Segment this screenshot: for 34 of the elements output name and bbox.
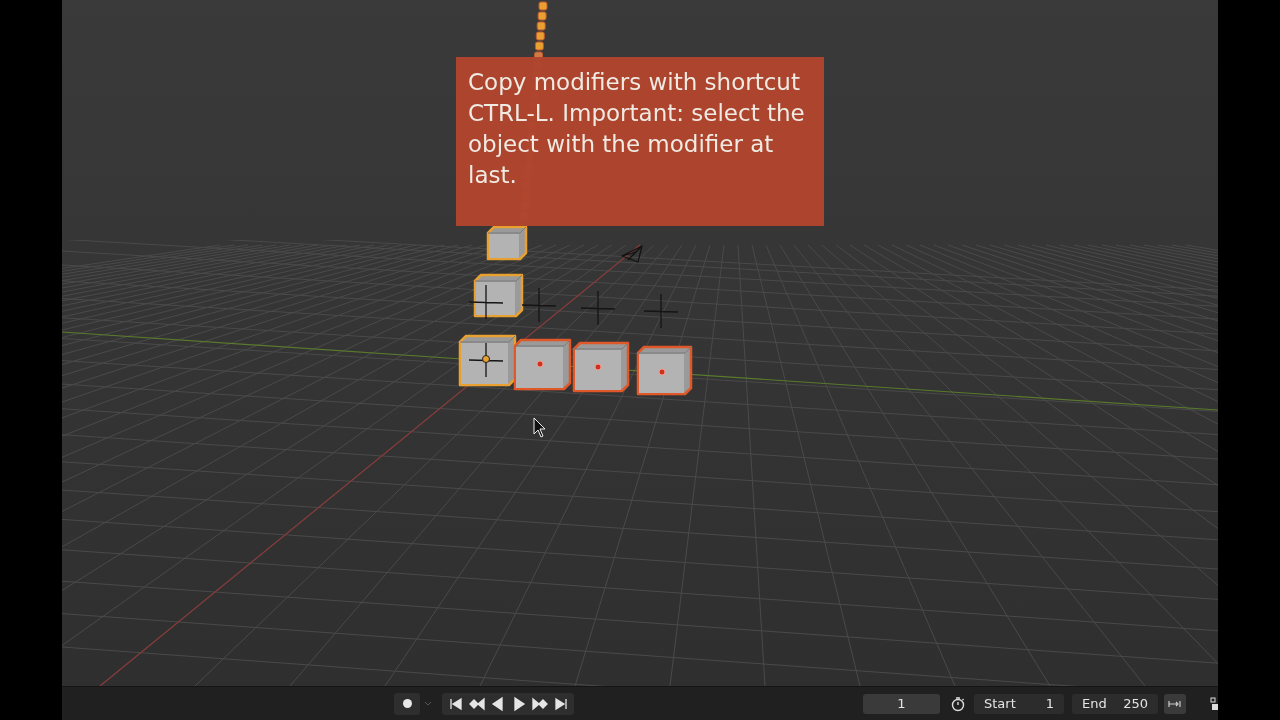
annotation-note: Copy modifiers with shortcut CTRL-L. Important: select the object with the modifier at last. bbox=[456, 57, 824, 226]
panel-icon[interactable] bbox=[1210, 696, 1218, 711]
origin-dot bbox=[594, 363, 602, 371]
range-arrow-icon bbox=[1168, 698, 1182, 709]
next-keyframe-icon bbox=[531, 695, 548, 712]
stopwatch-icon[interactable] bbox=[950, 695, 966, 712]
end-frame-label: End bbox=[1082, 696, 1107, 711]
cube-object bbox=[473, 273, 524, 318]
previous-keyframe-icon bbox=[468, 695, 485, 712]
empty-marker bbox=[643, 293, 679, 329]
end-frame-field[interactable]: End 250 bbox=[1072, 693, 1158, 714]
end-frame-value: 250 bbox=[1123, 696, 1148, 711]
current-frame-field[interactable]: 1 bbox=[863, 693, 940, 714]
range-toggle-button[interactable] bbox=[1164, 693, 1186, 714]
cube-object bbox=[636, 345, 693, 396]
start-frame-field[interactable]: Start 1 bbox=[974, 693, 1064, 714]
record-button[interactable] bbox=[394, 692, 420, 715]
camera-drawing bbox=[621, 244, 643, 263]
cube-object bbox=[513, 338, 572, 391]
cube-object bbox=[572, 341, 630, 393]
origin-dot bbox=[482, 355, 490, 363]
empty-marker bbox=[580, 290, 616, 326]
empty-marker bbox=[468, 342, 504, 378]
empty-marker bbox=[521, 287, 557, 323]
origin-dot bbox=[536, 360, 544, 368]
start-frame-label: Start bbox=[984, 696, 1016, 711]
cube-object bbox=[458, 334, 517, 387]
cursor-icon bbox=[533, 417, 546, 438]
cube-object bbox=[486, 225, 528, 261]
start-frame-value: 1 bbox=[1045, 696, 1054, 711]
origin-dot bbox=[658, 368, 666, 376]
jump-start-icon bbox=[447, 695, 464, 712]
jump-end-icon bbox=[552, 695, 569, 712]
empty-marker bbox=[468, 284, 504, 320]
